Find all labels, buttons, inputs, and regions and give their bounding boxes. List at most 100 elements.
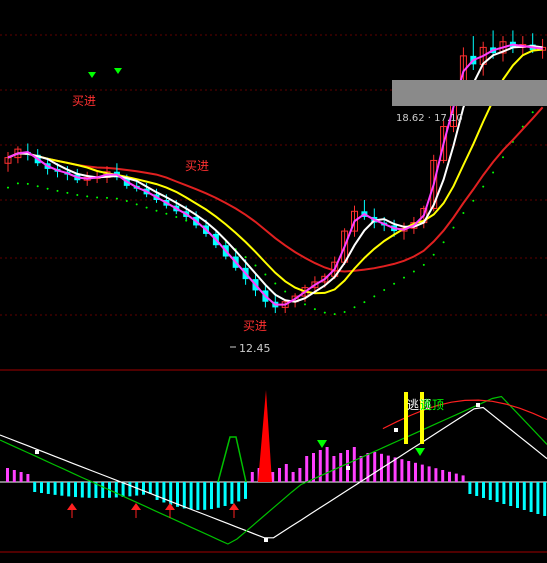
up-arrow-icon xyxy=(67,503,77,510)
dot xyxy=(313,308,316,311)
indicator-bar xyxy=(80,482,84,498)
indicator-bar xyxy=(114,482,118,498)
stock-chart: 买进买进买进 18.62 · 17.10 12.45 逃顶 逃顶 xyxy=(0,30,547,553)
indicator-bar xyxy=(468,482,472,494)
down-arrow-icon xyxy=(317,440,327,448)
dot xyxy=(56,189,59,192)
indicator-bar xyxy=(121,482,125,497)
indicator-bar xyxy=(352,447,356,482)
indicator-bar xyxy=(155,482,159,500)
dot xyxy=(76,194,79,197)
buy-signal-label: 买进 xyxy=(72,94,96,108)
dot xyxy=(492,171,495,174)
down-arrow-icon xyxy=(114,68,122,74)
dot xyxy=(531,111,534,114)
dot xyxy=(165,212,168,215)
indicator-bar xyxy=(67,482,71,497)
point-marker xyxy=(476,403,480,407)
indicator-bar xyxy=(230,482,234,504)
dot xyxy=(502,156,504,159)
indicator-bar xyxy=(60,482,64,496)
indicator-bar xyxy=(312,453,315,482)
indicator-bar xyxy=(203,482,207,510)
dot xyxy=(353,306,356,309)
dot xyxy=(482,185,485,188)
price-tooltip: 18.62 · 17.10 xyxy=(396,113,463,124)
low-marker: 12.45 xyxy=(239,342,271,355)
dot xyxy=(86,195,89,198)
indicator-bar xyxy=(543,482,547,516)
indicator-bar xyxy=(373,452,377,482)
indicator-bar xyxy=(488,482,492,500)
indicator-bar xyxy=(502,482,506,504)
indicator-bar xyxy=(434,468,438,482)
dot xyxy=(145,206,148,209)
indicator-bar xyxy=(318,450,322,482)
indicator-bar xyxy=(291,472,295,482)
indicator-bar xyxy=(189,482,193,510)
indicator-bar xyxy=(278,468,281,482)
indicator-bar xyxy=(298,468,302,482)
indicator-bar xyxy=(475,482,479,496)
indicator-bar xyxy=(237,482,241,502)
indicator-bar xyxy=(495,482,499,502)
dot xyxy=(472,199,475,202)
green-triangle xyxy=(217,436,247,483)
indicator-bar xyxy=(407,461,411,482)
dot xyxy=(422,263,425,266)
dot xyxy=(323,311,326,314)
indicator-bar xyxy=(40,482,43,493)
indicator-bar xyxy=(359,456,363,482)
indicator-bar xyxy=(26,474,30,482)
indicator-bar xyxy=(142,482,145,495)
indicator-bar xyxy=(128,482,132,497)
indicator-bar xyxy=(74,482,77,498)
indicator-bar xyxy=(305,456,309,482)
indicator-bar xyxy=(393,457,397,482)
dot xyxy=(462,212,465,215)
indicator-bar xyxy=(210,482,213,510)
dot xyxy=(106,196,108,199)
indicator-bar xyxy=(284,464,288,482)
indicator-bar xyxy=(182,482,186,509)
indicator-bar xyxy=(461,475,465,482)
indicator-bar xyxy=(414,462,417,482)
point-marker xyxy=(394,428,398,432)
buy-signal-label: 买进 xyxy=(243,319,267,333)
dot xyxy=(46,187,49,190)
indicator-bar xyxy=(250,472,254,482)
indicator-bar xyxy=(216,482,220,508)
indicator-bar xyxy=(196,482,200,510)
dot xyxy=(363,301,366,304)
indicator-bar xyxy=(441,470,445,482)
dot xyxy=(373,295,376,298)
indicator-bar xyxy=(101,482,105,498)
indicator-bar xyxy=(516,482,519,508)
up-arrow-icon xyxy=(165,503,175,510)
indicator-bar xyxy=(325,447,329,482)
indicator-bar xyxy=(148,482,152,494)
tooltip-box xyxy=(392,80,547,106)
dot xyxy=(175,216,178,219)
indicator-bar xyxy=(522,482,526,510)
dot xyxy=(7,186,9,189)
indicator-panel[interactable]: 逃顶 逃顶 xyxy=(0,390,547,545)
red-ma-line xyxy=(7,106,544,273)
indicator-bar xyxy=(448,471,451,482)
dot xyxy=(393,282,396,285)
dot xyxy=(244,256,247,259)
dot xyxy=(274,282,277,285)
dot xyxy=(26,182,29,185)
dot xyxy=(403,276,405,279)
indicator-bar xyxy=(454,473,458,482)
indicator-bar xyxy=(33,482,37,492)
dot xyxy=(96,196,99,199)
red-spike xyxy=(258,390,272,482)
dot xyxy=(155,209,158,212)
green-oscillator xyxy=(0,395,547,545)
escape-label-2: 逃顶 xyxy=(420,398,444,412)
indicator-bar xyxy=(46,482,50,494)
price-panel[interactable]: 买进买进买进 18.62 · 17.10 12.45 xyxy=(4,30,547,355)
indicator-bar xyxy=(53,482,57,495)
dot xyxy=(66,191,69,194)
